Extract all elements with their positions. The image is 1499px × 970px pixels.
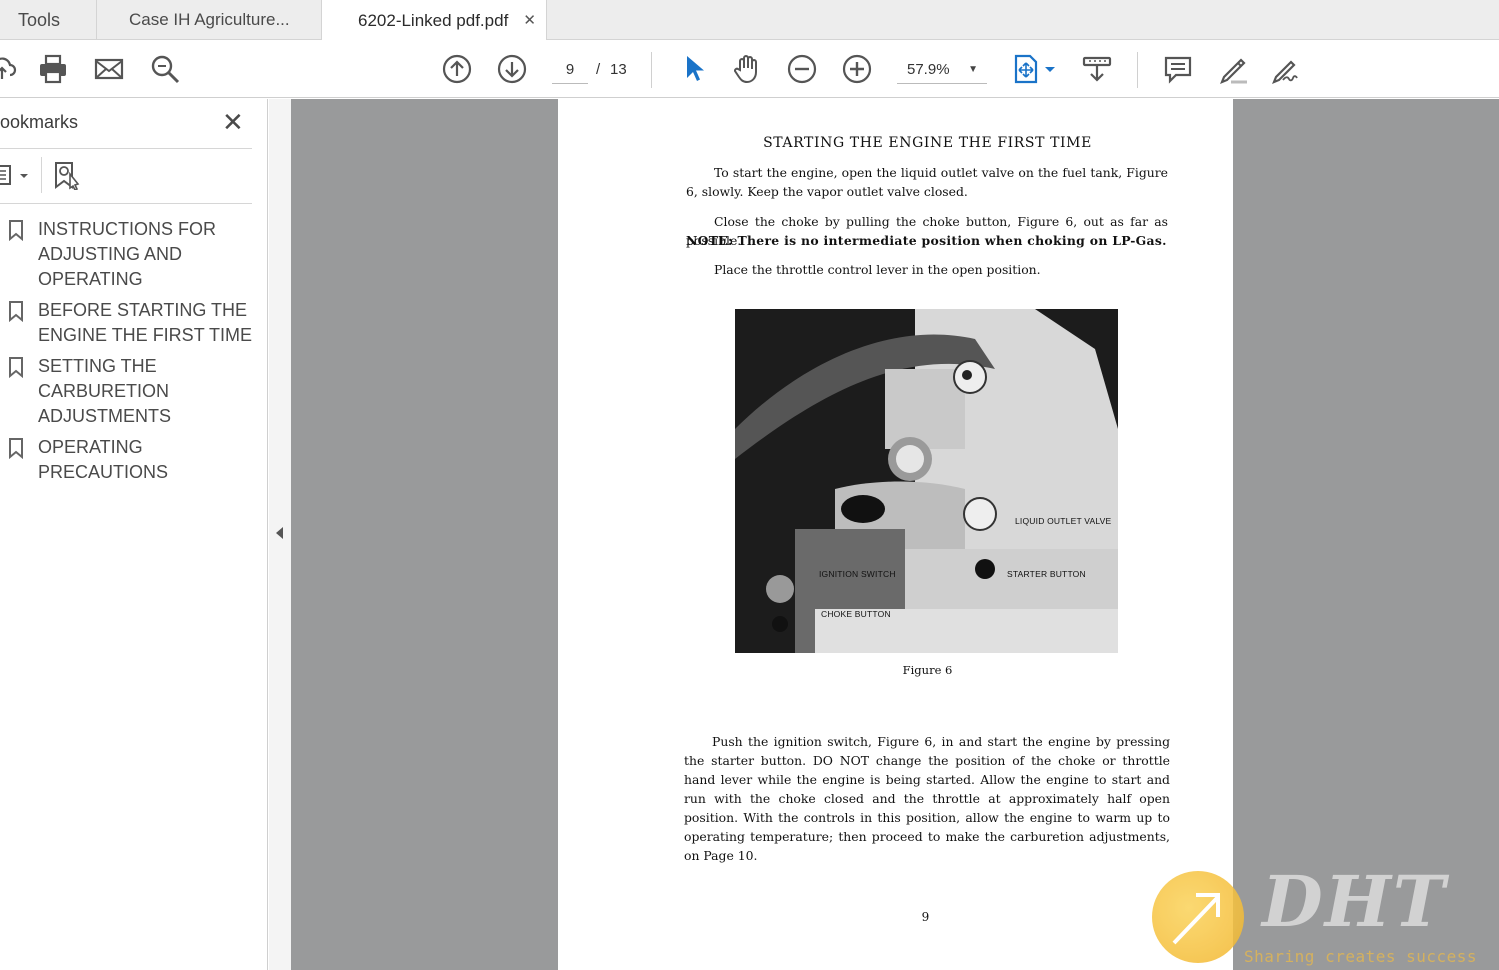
bookmark-label: INSTRUCTIONS FOR ADJUSTING AND OPERATING bbox=[38, 219, 216, 289]
bookmarks-panel-title: ookmarks bbox=[0, 112, 79, 132]
chevron-down-icon: ▼ bbox=[968, 64, 978, 75]
watermark-brand: DHT bbox=[1262, 860, 1447, 943]
page-total: 13 bbox=[610, 61, 627, 78]
panel-divider bbox=[0, 203, 252, 204]
watermark-logo bbox=[1152, 871, 1244, 963]
bookmark-item[interactable]: INSTRUCTIONS FOR ADJUSTING AND OPERATING bbox=[0, 217, 268, 292]
bookmark-list: INSTRUCTIONS FOR ADJUSTING AND OPERATING… bbox=[0, 217, 268, 491]
page-number-input[interactable]: 9 bbox=[552, 56, 588, 84]
paragraph: Push the ignition switch, Figure 6, in a… bbox=[684, 734, 1170, 863]
panel-divider bbox=[0, 148, 252, 149]
note: NOTE: There is no intermediate position … bbox=[686, 233, 1167, 248]
toolbar-divider bbox=[1137, 52, 1138, 88]
toolbar: 9 / 13 57.9% ▼ bbox=[0, 40, 1499, 98]
next-page-icon[interactable] bbox=[496, 53, 528, 85]
tab-bar: Tools Case IH Agriculture... 6202-Linked… bbox=[0, 0, 1499, 41]
bookmark-label: BEFORE STARTING THE ENGINE THE FIRST TIM… bbox=[38, 300, 253, 345]
engine-photo-image bbox=[735, 309, 1118, 653]
pdf-page: STARTING THE ENGINE THE FIRST TIME To st… bbox=[558, 99, 1233, 970]
paragraph: Place the throttle control lever in the … bbox=[714, 262, 1041, 277]
hand-tool-icon[interactable] bbox=[731, 53, 763, 85]
document-viewport[interactable]: STARTING THE ENGINE THE FIRST TIME To st… bbox=[291, 99, 1499, 970]
bookmarks-panel: ookmarks ✕ INSTRUCTIONS FOR ADJUSTING AN… bbox=[0, 99, 268, 970]
bookmark-item[interactable]: BEFORE STARTING THE ENGINE THE FIRST TIM… bbox=[0, 298, 268, 348]
close-tab-icon[interactable]: ✕ bbox=[523, 11, 536, 29]
arrow-icon bbox=[1172, 893, 1220, 945]
bookmark-item[interactable]: OPERATING PRECAUTIONS bbox=[0, 435, 268, 485]
bookmark-icon bbox=[9, 301, 23, 322]
zoom-level-select[interactable]: 57.9% ▼ bbox=[897, 56, 987, 84]
collapse-arrow-icon bbox=[276, 527, 283, 539]
zoom-level-value: 57.9% bbox=[907, 61, 950, 78]
email-icon[interactable] bbox=[93, 53, 125, 85]
panel-toolbar-divider bbox=[41, 157, 42, 193]
tab-6202-pdf[interactable]: 6202-Linked pdf.pdf ✕ bbox=[322, 0, 547, 41]
tab-tools-label: Tools bbox=[18, 9, 61, 30]
tab-6202-pdf-label: 6202-Linked pdf.pdf bbox=[358, 10, 509, 30]
figure-label: LIQUID OUTLET VALVE bbox=[1015, 516, 1112, 526]
figure-caption: Figure 6 bbox=[902, 663, 953, 677]
watermark-tagline: Sharing creates success bbox=[1244, 947, 1478, 966]
tab-tools[interactable]: Tools bbox=[0, 0, 97, 40]
highlight-pen-icon[interactable] bbox=[1217, 53, 1249, 85]
close-panel-icon[interactable]: ✕ bbox=[222, 109, 244, 135]
bookmark-label: SETTING THE CARBURETION ADJUSTMENTS bbox=[38, 356, 172, 426]
select-tool-icon[interactable] bbox=[677, 53, 709, 85]
previous-page-icon[interactable] bbox=[441, 53, 473, 85]
figure-label: CHOKE BUTTON bbox=[821, 609, 891, 619]
fit-page-icon[interactable] bbox=[1011, 53, 1059, 85]
sign-icon[interactable] bbox=[1271, 53, 1303, 85]
add-bookmark-icon[interactable] bbox=[52, 160, 82, 192]
figure-label: STARTER BUTTON bbox=[1007, 569, 1086, 579]
collapse-panel-handle[interactable] bbox=[269, 99, 291, 970]
cloud-upload-icon[interactable] bbox=[0, 53, 18, 85]
toolbar-divider bbox=[651, 52, 652, 88]
comment-icon[interactable] bbox=[1162, 53, 1194, 85]
tab-case-ih[interactable]: Case IH Agriculture... bbox=[97, 0, 322, 40]
page-separator: / bbox=[596, 61, 601, 78]
bookmark-options-icon[interactable] bbox=[0, 163, 30, 187]
bookmark-item[interactable]: SETTING THE CARBURETION ADJUSTMENTS bbox=[0, 354, 268, 429]
paragraph: To start the engine, open the liquid out… bbox=[686, 165, 1168, 199]
print-icon[interactable] bbox=[37, 53, 69, 85]
tab-case-ih-label: Case IH Agriculture... bbox=[129, 10, 290, 29]
page-number-footer: 9 bbox=[921, 910, 930, 924]
zoom-in-icon[interactable] bbox=[841, 53, 873, 85]
search-icon[interactable] bbox=[149, 53, 181, 85]
bookmark-icon bbox=[9, 438, 23, 459]
bookmark-icon bbox=[9, 357, 23, 378]
zoom-out-icon[interactable] bbox=[786, 53, 818, 85]
bookmark-label: OPERATING PRECAUTIONS bbox=[38, 437, 169, 482]
page-heading: STARTING THE ENGINE THE FIRST TIME bbox=[763, 135, 1092, 151]
bookmark-icon bbox=[9, 220, 23, 241]
figure-photo: LIQUID OUTLET VALVE IGNITION SWITCH STAR… bbox=[735, 309, 1118, 653]
scroll-mode-icon[interactable] bbox=[1081, 53, 1113, 85]
figure-label: IGNITION SWITCH bbox=[819, 569, 896, 579]
